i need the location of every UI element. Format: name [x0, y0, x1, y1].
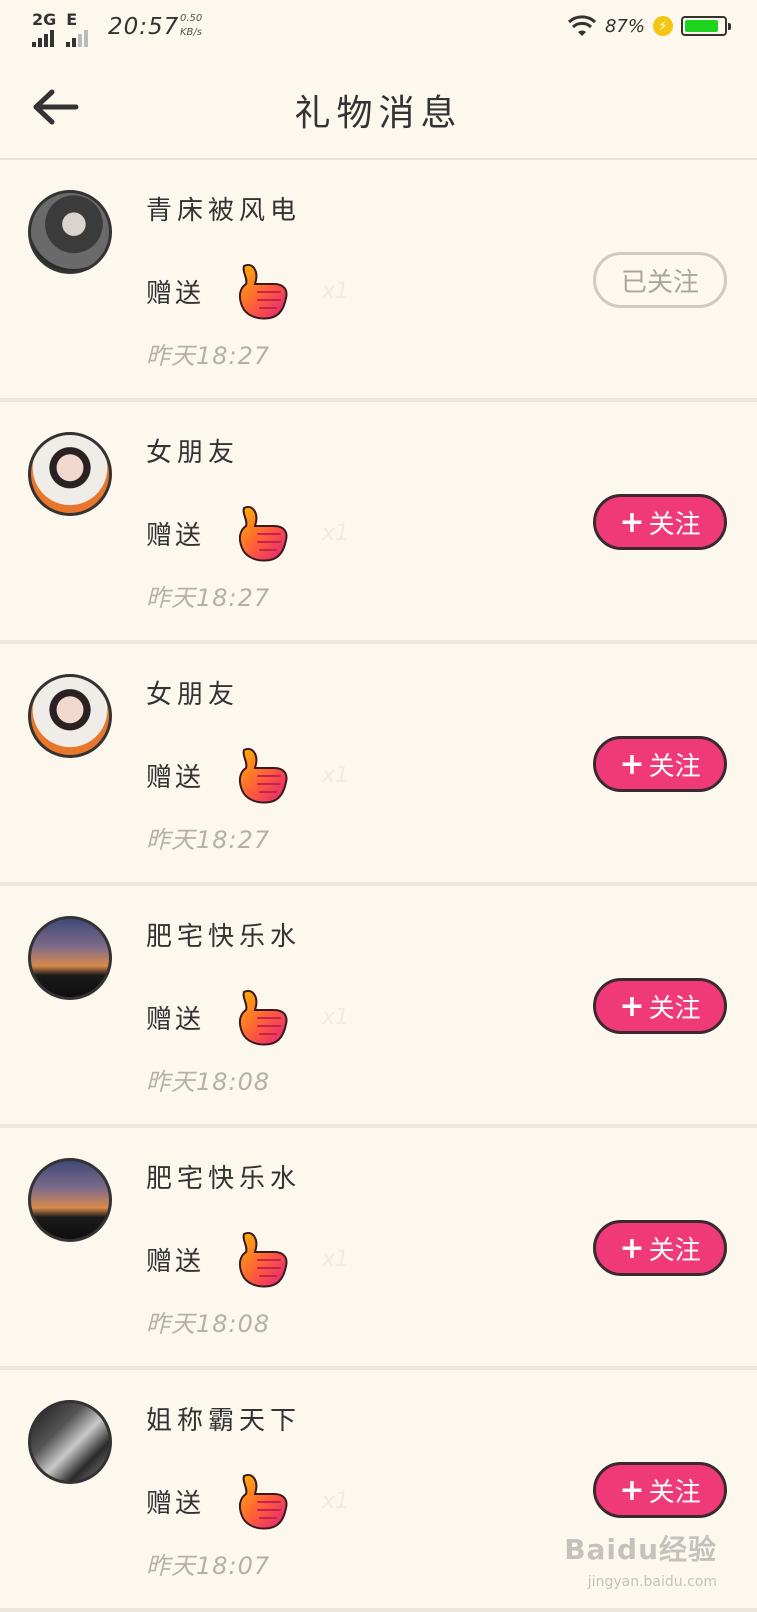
- username: 女朋友: [146, 438, 240, 468]
- timestamp: 昨天18:27: [146, 342, 271, 370]
- gift-label: 赠送: [146, 278, 205, 309]
- thumbs-up-icon: [238, 990, 288, 1046]
- avatar[interactable]: [28, 1400, 112, 1484]
- gift-line: 赠送 x1: [146, 744, 349, 806]
- battery-fill: [685, 20, 719, 32]
- gift-line: 赠送 x1: [146, 1228, 349, 1290]
- username: 肥宅快乐水: [146, 1164, 302, 1194]
- status-time: 20:57: [108, 14, 180, 40]
- follow-button-label: 关注: [648, 1477, 701, 1508]
- status-right-group: 87% ⚡: [567, 14, 731, 38]
- follow-button-label: 关注: [648, 509, 701, 540]
- signal-sim1: 2G: [32, 12, 56, 47]
- list-item[interactable]: 肥宅快乐水 赠送 x1 昨天18:08 + 关注: [0, 1128, 757, 1370]
- watermark-sub: jingyan.baidu.com: [587, 1574, 717, 1590]
- follow-button[interactable]: + 关注: [593, 1220, 727, 1276]
- username: 女朋友: [146, 680, 240, 710]
- network-speed: 0.50 KB/s: [180, 12, 202, 40]
- gift-count: x1: [322, 762, 350, 788]
- gift-line: 赠送 x1: [146, 260, 349, 322]
- avatar[interactable]: [28, 190, 112, 274]
- plus-icon: +: [619, 1230, 645, 1266]
- plus-icon: +: [619, 1472, 645, 1508]
- wifi-icon: [567, 15, 597, 36]
- follow-button-label: 关注: [648, 993, 701, 1024]
- follow-button-label: 关注: [648, 1235, 701, 1266]
- plus-icon: +: [619, 504, 645, 540]
- gift-line: 赠送 x1: [146, 986, 349, 1048]
- username: 青床被风电: [146, 196, 302, 226]
- gift-count: x1: [322, 1246, 350, 1272]
- follow-button[interactable]: + 关注: [593, 736, 727, 792]
- timestamp: 昨天18:07: [146, 1552, 271, 1580]
- thumbs-up-icon: [238, 506, 288, 562]
- watermark: Baidu经验: [564, 1533, 717, 1566]
- thumbs-up-icon: [238, 748, 288, 804]
- avatar[interactable]: [28, 916, 112, 1000]
- network-speed-unit: KB/s: [180, 27, 202, 38]
- gift-label: 赠送: [146, 1488, 205, 1519]
- battery-icon: [681, 16, 731, 36]
- list-item[interactable]: 肥宅快乐水 赠送 x1 昨天18:08 + 关注: [0, 886, 757, 1128]
- username: 肥宅快乐水: [146, 922, 302, 952]
- list-item[interactable]: 青床被风电 赠送 x1 昨天18:27 已关注: [0, 160, 757, 402]
- timestamp: 昨天18:27: [146, 826, 271, 854]
- gift-count: x1: [322, 1488, 350, 1514]
- gift-label: 赠送: [146, 1246, 205, 1277]
- gift-line: 赠送 x1: [146, 1470, 349, 1532]
- plus-icon: +: [619, 988, 645, 1024]
- follow-button[interactable]: + 关注: [593, 978, 727, 1034]
- followed-button[interactable]: 已关注: [593, 252, 727, 308]
- network-speed-value: 0.50: [180, 13, 203, 24]
- avatar[interactable]: [28, 1158, 112, 1242]
- page-title: 礼物消息: [294, 93, 463, 134]
- avatar[interactable]: [28, 432, 112, 516]
- follow-button[interactable]: + 关注: [593, 494, 727, 550]
- gift-count: x1: [322, 1004, 350, 1030]
- list-item[interactable]: 女朋友 赠送 x1 昨天18:27 + 关注: [0, 644, 757, 886]
- plus-icon: +: [619, 746, 645, 782]
- gift-label: 赠送: [146, 1004, 205, 1035]
- gift-label: 赠送: [146, 520, 205, 551]
- gift-count: x1: [322, 520, 350, 546]
- list-item[interactable]: 女朋友 赠送 x1 昨天18:27 + 关注: [0, 402, 757, 644]
- thumbs-up-icon: [238, 1474, 288, 1530]
- thumbs-up-icon: [238, 1232, 288, 1288]
- signal-indicators: 2G E: [32, 10, 89, 47]
- follow-button-label: 关注: [648, 751, 701, 782]
- status-bar: 2G E 20:57 0.50 KB/s 87% ⚡: [0, 0, 757, 56]
- gift-label: 赠送: [146, 762, 205, 793]
- title-bar: 礼物消息: [0, 56, 757, 160]
- avatar[interactable]: [28, 674, 112, 758]
- username: 姐称霸天下: [146, 1406, 302, 1436]
- signal-bars-icon: [32, 30, 54, 47]
- gift-line: 赠送 x1: [146, 502, 349, 564]
- timestamp: 昨天18:08: [146, 1310, 271, 1338]
- signal-bars-icon: [66, 30, 89, 47]
- signal-sim2: E: [66, 10, 89, 47]
- network-type-label-2: E: [66, 10, 78, 29]
- battery-percent: 87%: [604, 15, 645, 37]
- network-type-label-1: 2G: [32, 10, 57, 29]
- follow-button-label: 已关注: [620, 267, 699, 298]
- thumbs-up-icon: [238, 264, 288, 320]
- timestamp: 昨天18:27: [146, 584, 271, 612]
- lightning-icon: ⚡: [653, 16, 673, 36]
- gift-message-list: 青床被风电 赠送 x1 昨天18:27 已关注 女朋友 赠送 x1 昨天18:2…: [0, 160, 757, 1612]
- timestamp: 昨天18:08: [146, 1068, 271, 1096]
- gift-count: x1: [322, 278, 350, 304]
- follow-button[interactable]: + 关注: [593, 1462, 727, 1518]
